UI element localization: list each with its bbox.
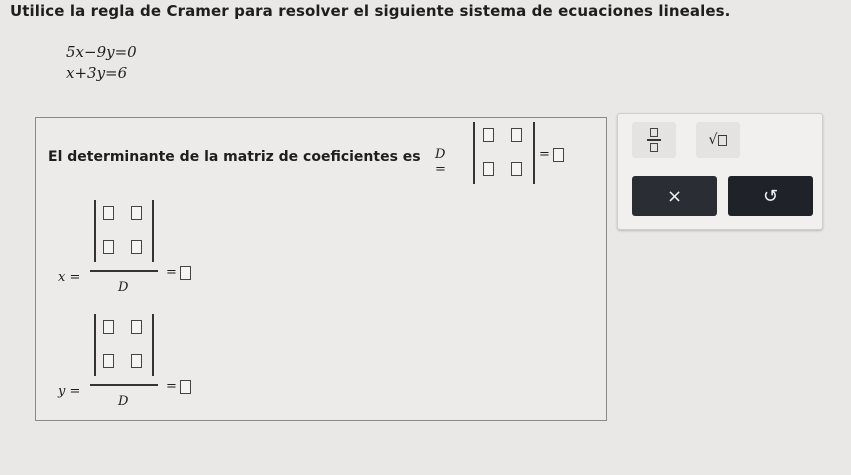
x-fraction: x = D = xyxy=(58,196,258,306)
y-denominator: D xyxy=(118,394,129,409)
x-fraction-bar xyxy=(90,270,158,272)
y-matrix-slot-a12[interactable] xyxy=(131,320,142,334)
x-denominator: D xyxy=(118,280,129,295)
y-matrix-slot-a11[interactable] xyxy=(103,320,114,334)
x-value-slot[interactable] xyxy=(180,266,191,280)
answer-box: El determinante de la matriz de coeficie… xyxy=(35,117,607,421)
matrix-slot-a12[interactable] xyxy=(511,128,522,142)
fraction-icon xyxy=(647,128,661,152)
y-matrix-slot-a22[interactable] xyxy=(131,354,142,368)
math-toolbox: √ × ↺ xyxy=(617,113,823,230)
determinant-equals: = xyxy=(539,147,550,162)
x-matrix xyxy=(94,200,154,262)
question-prompt: Utilice la regla de Cramer para resolver… xyxy=(10,2,731,20)
determinant-value-slot[interactable] xyxy=(553,148,564,162)
x-matrix-slot-a22[interactable] xyxy=(131,240,142,254)
y-equals: = xyxy=(166,379,177,394)
x-variable: x = xyxy=(58,270,81,285)
y-value-slot[interactable] xyxy=(180,380,191,394)
clear-button[interactable]: × xyxy=(632,176,717,216)
fraction-button[interactable] xyxy=(632,122,676,158)
y-fraction-bar xyxy=(90,384,158,386)
determinant-symbol: D = xyxy=(435,147,446,177)
square-root-button[interactable]: √ xyxy=(696,122,740,158)
square-root-icon: √ xyxy=(709,132,728,148)
coefficient-matrix xyxy=(473,122,535,184)
undo-button[interactable]: ↺ xyxy=(728,176,813,216)
equation-1: 5x−9y=0 xyxy=(66,43,137,61)
x-matrix-slot-a11[interactable] xyxy=(103,206,114,220)
equation-2: x+3y=6 xyxy=(66,64,128,82)
y-variable: y = xyxy=(58,384,81,399)
x-equals: = xyxy=(166,265,177,280)
matrix-slot-a21[interactable] xyxy=(483,162,494,176)
y-matrix-slot-a21[interactable] xyxy=(103,354,114,368)
determinant-label: El determinante de la matriz de coeficie… xyxy=(48,149,421,165)
y-fraction: y = D = xyxy=(58,310,258,420)
x-matrix-slot-a21[interactable] xyxy=(103,240,114,254)
matrix-slot-a22[interactable] xyxy=(511,162,522,176)
equation-system: 5x−9y=0 x+3y=6 xyxy=(66,42,137,84)
x-matrix-slot-a12[interactable] xyxy=(131,206,142,220)
matrix-slot-a11[interactable] xyxy=(483,128,494,142)
y-matrix xyxy=(94,314,154,376)
